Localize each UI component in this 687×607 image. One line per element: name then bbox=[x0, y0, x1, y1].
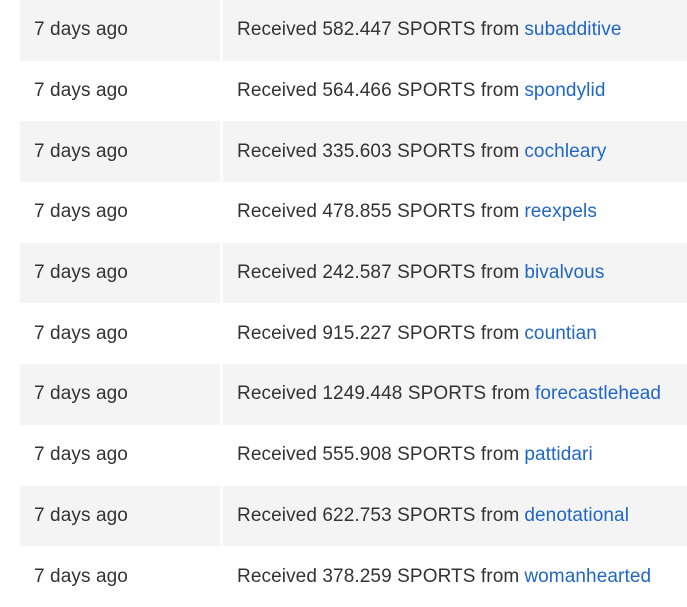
table-row: 7 days ago Received 478.855 SPORTS from r… bbox=[20, 182, 687, 243]
transaction-text: Received 478.855 SPORTS from bbox=[237, 201, 520, 223]
table-row: 7 days ago Received 1249.448 SPORTS from… bbox=[20, 364, 687, 425]
sender-link[interactable]: reexpels bbox=[524, 201, 597, 223]
transaction-description: Received 335.603 SPORTS from cochleary bbox=[223, 121, 687, 183]
transaction-time: 7 days ago bbox=[20, 485, 220, 547]
transaction-description: Received 582.447 SPORTS from subadditive bbox=[223, 0, 687, 61]
transaction-history-table: 7 days ago Received 582.447 SPORTS from s… bbox=[20, 0, 687, 607]
transaction-time: 7 days ago bbox=[20, 303, 220, 365]
transaction-description: Received 622.753 SPORTS from denotational bbox=[223, 485, 687, 547]
table-row: 7 days ago Received 582.447 SPORTS from s… bbox=[20, 0, 687, 61]
transaction-description: Received 564.466 SPORTS from spondylid bbox=[223, 60, 687, 122]
transaction-time: 7 days ago bbox=[20, 424, 220, 486]
transaction-text: Received 1249.448 SPORTS from bbox=[237, 383, 530, 405]
sender-link[interactable]: countian bbox=[524, 323, 597, 345]
transaction-description: Received 555.908 SPORTS from pattidari bbox=[223, 424, 687, 486]
sender-link[interactable]: forecastlehead bbox=[535, 383, 661, 405]
transaction-time: 7 days ago bbox=[20, 121, 220, 183]
transaction-time: 7 days ago bbox=[20, 182, 220, 243]
table-row: 7 days ago Received 335.603 SPORTS from c… bbox=[20, 121, 687, 183]
transaction-text: Received 582.447 SPORTS from bbox=[237, 19, 520, 41]
sender-link[interactable]: subadditive bbox=[524, 19, 621, 41]
transaction-description: Received 242.587 SPORTS from bivalvous bbox=[223, 242, 687, 304]
sender-link[interactable]: spondylid bbox=[524, 80, 605, 102]
table-row: 7 days ago Received 564.466 SPORTS from s… bbox=[20, 60, 687, 122]
sender-link[interactable]: bivalvous bbox=[524, 262, 604, 284]
sender-link[interactable]: denotational bbox=[524, 505, 629, 527]
table-row: 7 days ago Received 915.227 SPORTS from c… bbox=[20, 303, 687, 365]
sender-link[interactable]: pattidari bbox=[524, 444, 593, 466]
transaction-time: 7 days ago bbox=[20, 546, 220, 607]
transaction-description: Received 1249.448 SPORTS from forecastleh… bbox=[223, 364, 687, 425]
transaction-text: Received 378.259 SPORTS from bbox=[237, 565, 520, 587]
transaction-description: Received 378.259 SPORTS from womanhearted bbox=[223, 546, 687, 607]
sender-link[interactable]: cochleary bbox=[524, 141, 606, 163]
table-row: 7 days ago Received 378.259 SPORTS from w… bbox=[20, 546, 687, 607]
sender-link[interactable]: womanhearted bbox=[524, 566, 651, 588]
table-row: 7 days ago Received 555.908 SPORTS from p… bbox=[20, 424, 687, 486]
transaction-text: Received 242.587 SPORTS from bbox=[237, 262, 520, 284]
transaction-time: 7 days ago bbox=[20, 242, 220, 304]
transaction-description: Received 478.855 SPORTS from reexpels bbox=[223, 182, 687, 243]
transaction-text: Received 335.603 SPORTS from bbox=[237, 140, 520, 162]
transaction-text: Received 564.466 SPORTS from bbox=[237, 80, 520, 102]
transaction-text: Received 555.908 SPORTS from bbox=[237, 444, 520, 466]
transaction-description: Received 915.227 SPORTS from countian bbox=[223, 303, 687, 365]
transaction-time: 7 days ago bbox=[20, 60, 220, 122]
transaction-text: Received 915.227 SPORTS from bbox=[237, 322, 520, 344]
transaction-time: 7 days ago bbox=[20, 364, 220, 425]
table-row: 7 days ago Received 242.587 SPORTS from b… bbox=[20, 242, 687, 304]
transaction-text: Received 622.753 SPORTS from bbox=[237, 504, 520, 526]
table-row: 7 days ago Received 622.753 SPORTS from d… bbox=[20, 485, 687, 547]
transaction-time: 7 days ago bbox=[20, 0, 220, 61]
